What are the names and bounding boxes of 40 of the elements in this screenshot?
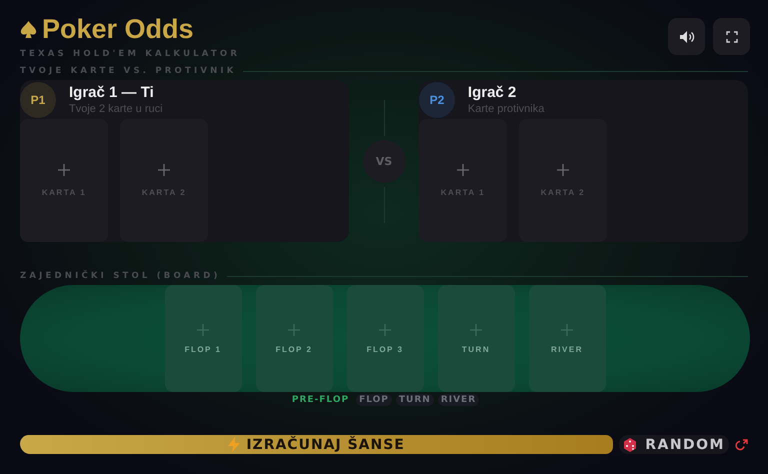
reset-button[interactable] [735,438,748,450]
dice-icon [623,438,638,452]
calculate-button[interactable]: IZRAČUNAJ ŠANSE [20,435,614,454]
reset-arrow-icon [735,438,748,450]
plus-icon [58,164,70,176]
plus-icon [158,164,170,176]
speaker-icon [678,30,694,44]
card-slot[interactable]: FLOP 1 [164,285,242,392]
section-label: ZAJEDNIČKI STOL (BOARD) [20,269,221,283]
app-title: Poker Odds [20,12,240,46]
section-label: TVOJE KARTE VS. PROTIVNIK [20,65,237,78]
player-badge: P1 [20,82,56,118]
player-hint: Karte protivnika [468,103,544,115]
subtitle: TEXAS HOLD'EM KALKULATOR [20,48,240,61]
player-name: Igrač 1 — Ti [69,84,155,101]
vs-badge: VS [362,140,406,182]
sound-button[interactable] [668,18,705,55]
card-slot[interactable]: TURN [438,285,514,392]
card-slot[interactable]: RIVER [528,285,606,392]
stage-tab[interactable]: FLOP [356,394,392,406]
plus-icon [470,324,482,336]
spade-icon [20,20,37,38]
plus-icon [561,324,573,336]
plus-icon [288,324,300,336]
fullscreen-icon [726,30,738,42]
stage-tab[interactable]: TURN [396,394,434,406]
stage-tab[interactable]: PRE-FLOP [288,394,352,406]
player-hint: Tvoje 2 karte u ruci [69,103,163,115]
card-slot[interactable]: FLOP 2 [256,285,332,392]
stage-tab[interactable]: RIVER [438,394,480,406]
plus-icon [197,324,209,336]
plus-icon [556,164,569,176]
card-slot[interactable]: FLOP 3 [346,285,424,392]
player-badge: P2 [418,82,455,118]
random-button[interactable]: RANDOM [619,435,729,454]
fullscreen-button[interactable] [713,18,750,55]
plus-icon [456,164,469,176]
lightning-icon [228,437,240,452]
player-name: Igrač 2 [468,84,518,101]
plus-icon [379,324,391,336]
